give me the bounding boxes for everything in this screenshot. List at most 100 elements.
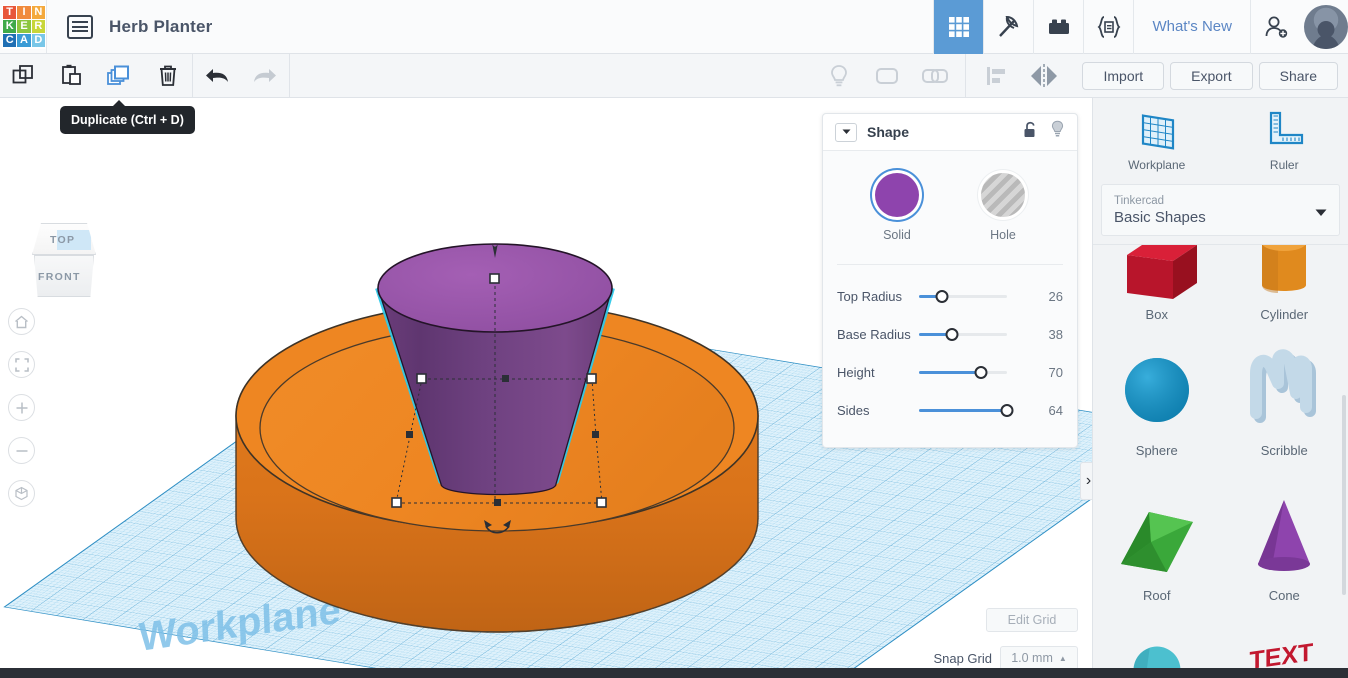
mode-hole[interactable]: Hole <box>981 173 1025 242</box>
light-button[interactable] <box>1050 120 1065 144</box>
base-radius-track[interactable] <box>919 325 1007 343</box>
slider-sides[interactable]: Sides 64 <box>823 391 1077 429</box>
delete-button[interactable] <box>144 54 192 97</box>
align-icon <box>987 66 1005 85</box>
shape-item-dome[interactable] <box>1093 620 1221 670</box>
tab-blocks[interactable] <box>1033 0 1083 54</box>
top-bar: T I N K E R C A D Herb Planter What's Ne… <box>0 0 1348 54</box>
tinkercad-logo[interactable]: T I N K E R C A D <box>2 4 46 49</box>
shape-item-roof[interactable]: Roof <box>1093 474 1221 614</box>
share-button[interactable]: Share <box>1258 61 1338 90</box>
brick-icon <box>1048 19 1069 34</box>
slider-height[interactable]: Height 70 <box>823 353 1077 391</box>
library-selected-value: Basic Shapes <box>1114 208 1206 226</box>
light-tool-button[interactable] <box>815 54 863 97</box>
tab-codeblocks[interactable] <box>1083 0 1133 54</box>
logo-tile-3: K <box>3 19 17 34</box>
shape-item-cone[interactable]: Cone <box>1221 474 1348 614</box>
logo-tile-4: E <box>17 19 31 34</box>
shape-inspector-panel: Shape Solid Hole Top Radius 26 Base Radi… <box>822 113 1078 448</box>
logo-tile-7: A <box>17 34 31 48</box>
workplane-tool[interactable]: Workplane <box>1093 98 1221 184</box>
duplicate-button[interactable] <box>96 54 144 97</box>
roof-shape-icon <box>1120 512 1193 572</box>
shape-item-sphere[interactable]: Sphere <box>1093 329 1221 469</box>
divider <box>46 0 47 53</box>
scribble-shape-icon <box>1250 348 1317 423</box>
import-button[interactable]: Import <box>1082 61 1165 90</box>
height-track[interactable] <box>919 363 1007 381</box>
fit-to-view-button[interactable] <box>8 351 35 378</box>
fit-view-icon <box>14 357 29 372</box>
shape-item-text[interactable]: TEXT <box>1221 620 1348 670</box>
shapes-scrollbar[interactable] <box>1342 395 1346 595</box>
shapes-panel: Workplane Ruler Tinkercad Basic Shapes B… <box>1092 98 1348 678</box>
copy-button[interactable] <box>0 54 48 97</box>
align-button[interactable] <box>972 54 1020 97</box>
mirror-button[interactable] <box>1020 54 1068 97</box>
lightbulb-icon <box>831 64 847 86</box>
shape-library-grid: Box Cylinder Sphere Scribble Roof Cone T… <box>1093 245 1348 675</box>
lock-button[interactable] <box>1022 121 1038 144</box>
redo-button[interactable] <box>241 54 289 97</box>
plus-icon <box>16 402 27 413</box>
view-cube[interactable]: TOP FRONT <box>24 223 104 303</box>
sides-track[interactable] <box>919 401 1014 419</box>
slider-top-radius[interactable]: Top Radius 26 <box>823 277 1077 315</box>
chevron-down-icon <box>1315 204 1327 222</box>
whats-new-link[interactable]: What's New <box>1133 0 1250 54</box>
hole-swatch[interactable] <box>981 173 1025 217</box>
ungroup-button[interactable] <box>911 54 959 97</box>
shape-library-dropdown[interactable]: Tinkercad Basic Shapes <box>1101 184 1340 236</box>
paste-button[interactable] <box>48 54 96 97</box>
zoom-out-button[interactable] <box>8 437 35 464</box>
tab-circuits[interactable] <box>983 0 1033 54</box>
top-radius-track[interactable] <box>919 287 1007 305</box>
document-list-icon[interactable] <box>67 14 93 39</box>
shape-item-box[interactable]: Box <box>1093 245 1221 323</box>
top-radius-label: Top Radius <box>837 288 903 304</box>
shape-item-cylinder[interactable]: Cylinder <box>1221 245 1348 323</box>
panel-collapse-handle[interactable]: › <box>1080 462 1092 500</box>
inspector-title: Shape <box>867 124 910 140</box>
bottom-status-bar <box>0 668 1348 678</box>
file-actions: Import Export Share <box>1082 61 1348 90</box>
logo-tile-5: R <box>31 19 45 34</box>
logo-tile-1: I <box>17 5 31 19</box>
ungroup-icon <box>922 68 948 83</box>
logo-tile-0: T <box>3 5 17 19</box>
roof-label: Roof <box>1143 588 1171 603</box>
minus-icon <box>16 449 27 452</box>
home-view-button[interactable] <box>8 308 35 335</box>
add-person-button[interactable] <box>1250 0 1300 54</box>
svg-text:TEXT: TEXT <box>1250 638 1314 670</box>
duplicate-tooltip: Duplicate (Ctrl + D) <box>60 100 195 134</box>
undo-button[interactable] <box>193 54 241 97</box>
inspector-collapse-button[interactable] <box>835 122 857 142</box>
slider-base-radius[interactable]: Base Radius 38 <box>823 315 1077 353</box>
shape-item-scribble[interactable]: Scribble <box>1221 329 1348 469</box>
top-radius-value: 26 <box>1048 288 1063 304</box>
tab-3d-design[interactable] <box>933 0 984 54</box>
ortho-perspective-button[interactable] <box>8 480 35 507</box>
group-button[interactable] <box>863 54 911 97</box>
grid-icon <box>948 16 969 37</box>
zoom-in-button[interactable] <box>8 394 35 421</box>
paste-icon <box>62 64 81 85</box>
viewport-nav-buttons <box>8 308 35 507</box>
ruler-tool[interactable]: Ruler <box>1221 98 1348 184</box>
snap-grid-row: Snap Grid 1.0 mm ▲ <box>822 646 1078 670</box>
solid-swatch[interactable] <box>875 173 919 217</box>
export-button[interactable]: Export <box>1170 61 1253 90</box>
box-label: Box <box>1145 307 1168 322</box>
edit-grid-button[interactable]: Edit Grid <box>986 608 1078 632</box>
ruler-tool-label: Ruler <box>1269 158 1299 172</box>
add-person-icon <box>1265 16 1287 38</box>
mode-solid[interactable]: Solid <box>875 173 919 242</box>
height-label: Height <box>837 364 875 380</box>
avatar[interactable] <box>1304 4 1348 49</box>
workplane-tool-label: Workplane <box>1128 158 1186 172</box>
snap-grid-select[interactable]: 1.0 mm ▲ <box>1000 646 1078 670</box>
base-radius-label: Base Radius <box>837 326 911 342</box>
hole-label: Hole <box>990 228 1016 242</box>
